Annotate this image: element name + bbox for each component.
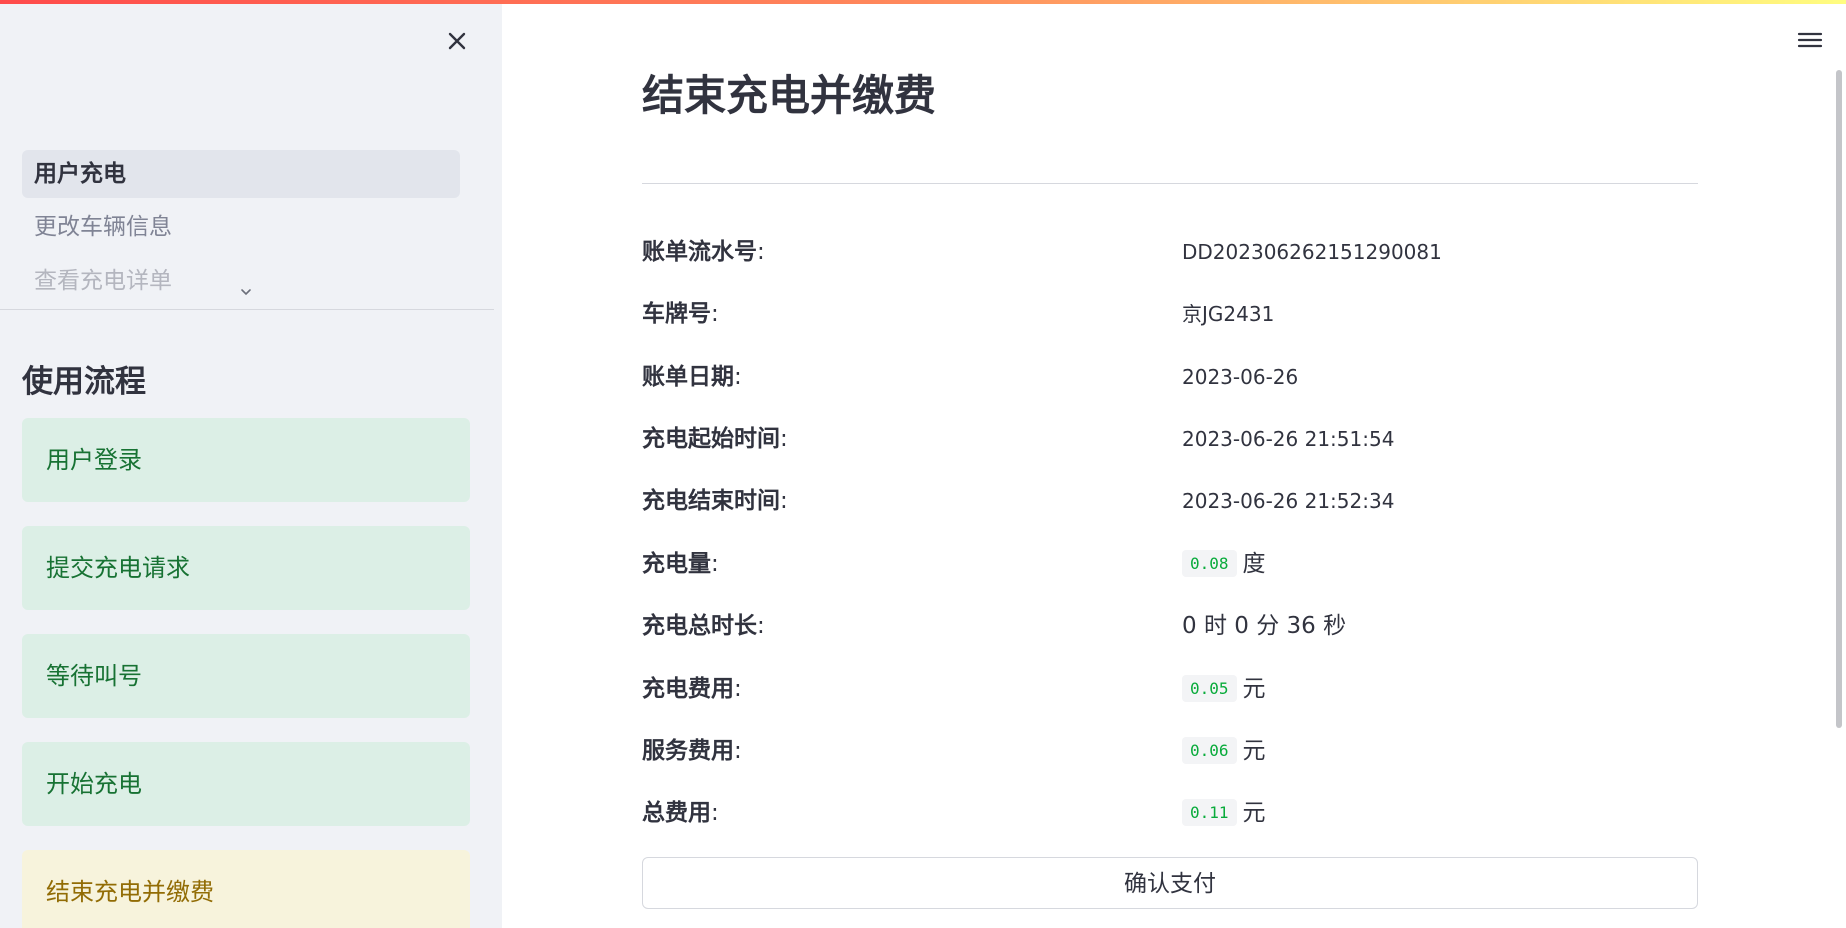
close-icon	[448, 32, 466, 50]
step-submit-request: 提交充电请求	[22, 526, 470, 610]
bill-value-service-fee: 0.06 元	[1182, 731, 1266, 771]
bill-value-plate: 京JG2431	[1182, 302, 1275, 326]
page-title: 结束充电并缴费	[642, 71, 937, 120]
bill-row-end-time: 充电结束时间: 2023-06-26 21:52:34	[642, 481, 1698, 521]
amount-code: 0.08	[1182, 550, 1237, 577]
total-fee-code: 0.11	[1182, 799, 1237, 826]
bill-row-date: 账单日期: 2023-06-26	[642, 357, 1698, 397]
bill-row-total-fee: 总费用: 0.11 元	[642, 793, 1698, 833]
bill-label: 服务费用:	[642, 738, 742, 764]
bill-label: 充电总时长:	[642, 613, 765, 639]
bill-label: 充电费用:	[642, 676, 742, 702]
bill-label: 账单流水号:	[642, 239, 765, 265]
bill-value-duration: 0 时 0 分 36 秒	[1182, 613, 1347, 639]
step-wait-call: 等待叫号	[22, 634, 470, 718]
bill-value-charge-fee: 0.05 元	[1182, 669, 1266, 709]
nav-item-user-charging[interactable]: 用户充电	[22, 150, 460, 198]
flow-title: 使用流程	[22, 364, 146, 400]
total-fee-unit: 元	[1242, 800, 1266, 826]
bill-label: 充电起始时间:	[642, 426, 788, 452]
bill-value-amount: 0.08 度	[1182, 544, 1266, 584]
bill-label: 账单日期:	[642, 364, 742, 390]
close-sidebar-button[interactable]	[442, 26, 472, 56]
sidebar-nav: 用户充电 更改车辆信息 查看充电详单	[0, 150, 494, 310]
amount-unit: 度	[1242, 551, 1266, 577]
bill-value-date: 2023-06-26	[1182, 365, 1299, 389]
service-fee-code: 0.06	[1182, 737, 1237, 764]
bill-row-serial: 账单流水号: DD202306262151290081	[642, 232, 1698, 272]
bill-value-end-time: 2023-06-26 21:52:34	[1182, 489, 1395, 513]
charge-fee-unit: 元	[1242, 676, 1266, 702]
step-user-login: 用户登录	[22, 418, 470, 502]
nav-item-edit-vehicle[interactable]: 更改车辆信息	[22, 203, 460, 251]
bill-value-start-time: 2023-06-26 21:51:54	[1182, 427, 1395, 451]
bill-label: 车牌号:	[642, 301, 719, 327]
bill-row-service-fee: 服务费用: 0.06 元	[642, 731, 1698, 771]
step-start-charging: 开始充电	[22, 742, 470, 826]
bill-label: 充电量:	[642, 551, 719, 577]
sidebar: 用户充电 更改车辆信息 查看充电详单 使用流程 用户登录 提交充电请求 等待叫号…	[0, 0, 502, 928]
service-fee-unit: 元	[1242, 738, 1266, 764]
bill-label: 充电结束时间:	[642, 488, 788, 514]
chevron-down-icon[interactable]	[236, 282, 256, 302]
bill-row-charge-fee: 充电费用: 0.05 元	[642, 669, 1698, 709]
main-menu-button[interactable]	[1796, 28, 1824, 52]
charge-fee-code: 0.05	[1182, 675, 1237, 702]
bill-value-total-fee: 0.11 元	[1182, 793, 1266, 833]
main-content: 结束充电并缴费 账单流水号: DD202306262151290081 车牌号:…	[642, 0, 1698, 928]
bill-row-amount: 充电量: 0.08 度	[642, 544, 1698, 584]
bill-value-serial: DD202306262151290081	[1182, 240, 1442, 264]
bill-row-start-time: 充电起始时间: 2023-06-26 21:51:54	[642, 419, 1698, 459]
bill-row-duration: 充电总时长: 0 时 0 分 36 秒	[642, 606, 1698, 646]
scrollbar[interactable]	[1836, 70, 1842, 728]
bill-label: 总费用:	[642, 800, 719, 826]
top-decoration-bar	[0, 0, 1846, 4]
confirm-pay-button[interactable]: 确认支付	[642, 857, 1698, 909]
step-end-and-pay: 结束充电并缴费	[22, 850, 470, 928]
hamburger-menu-icon	[1797, 32, 1823, 48]
bill-row-plate: 车牌号: 京JG2431	[642, 294, 1698, 334]
divider	[642, 183, 1698, 184]
